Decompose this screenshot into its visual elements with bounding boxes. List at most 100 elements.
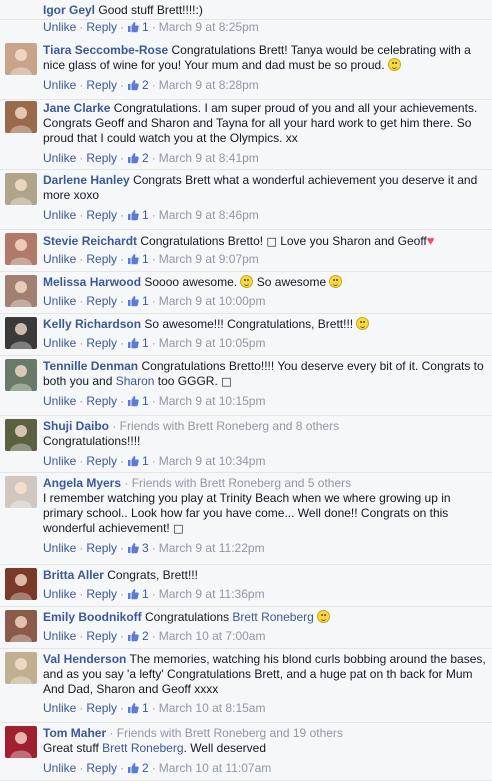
like-count[interactable]: 1 — [127, 454, 149, 468]
avatar[interactable] — [5, 726, 37, 758]
unlike-button[interactable]: Unlike — [43, 294, 76, 308]
separator-dot: · — [151, 294, 156, 308]
comment-author-link[interactable]: Igor Geyl — [43, 3, 95, 17]
avatar[interactable] — [5, 568, 37, 600]
comment-timestamp[interactable]: March 9 at 8:46pm — [159, 208, 259, 222]
avatar[interactable] — [5, 233, 37, 265]
unlike-button[interactable]: Unlike — [43, 587, 76, 601]
reply-button[interactable]: Reply — [86, 541, 117, 555]
comment-text: Congrats, Brett!!! — [107, 568, 198, 582]
comment-author-link[interactable]: Tom Maher — [43, 726, 106, 740]
comment-author-link[interactable]: Shuji Daibo — [43, 419, 109, 433]
like-count[interactable]: 1 — [127, 394, 149, 408]
unlike-button[interactable]: Unlike — [43, 541, 76, 555]
comment-timestamp[interactable]: March 9 at 10:15pm — [159, 394, 266, 408]
comment-author-link[interactable]: Melissa Harwood — [43, 275, 141, 289]
reply-button[interactable]: Reply — [86, 78, 117, 92]
comment-timestamp[interactable]: March 9 at 8:41pm — [159, 151, 259, 165]
like-count[interactable]: 2 — [127, 78, 149, 92]
avatar[interactable] — [5, 652, 37, 684]
reply-button[interactable]: Reply — [86, 587, 117, 601]
unlike-button[interactable]: Unlike — [43, 454, 76, 468]
comment-timestamp[interactable]: March 9 at 10:05pm — [159, 336, 266, 350]
comment-actions: Unlike · Reply · 1 · March 9 at 8:46pm — [43, 208, 259, 223]
thumbs-up-icon — [127, 295, 139, 307]
reply-button[interactable]: Reply — [86, 394, 117, 408]
reply-button[interactable]: Reply — [86, 20, 117, 34]
avatar[interactable] — [5, 173, 37, 205]
unlike-button[interactable]: Unlike — [43, 761, 76, 775]
separator-dot: · — [79, 208, 84, 222]
comment-author-link[interactable]: Val Henderson — [43, 652, 126, 666]
like-count[interactable]: 1 — [127, 336, 149, 350]
like-count[interactable]: 3 — [127, 541, 149, 555]
comment-timestamp[interactable]: March 9 at 9:07pm — [159, 252, 259, 266]
mention-link[interactable]: Brett Roneberg — [232, 610, 313, 624]
reply-button[interactable]: Reply — [86, 252, 117, 266]
comment-author-link[interactable]: Kelly Richardson — [43, 317, 141, 331]
like-count-number: 1 — [142, 208, 149, 222]
avatar[interactable] — [5, 101, 37, 133]
comment-author-link[interactable]: Tennille Denman — [43, 359, 138, 373]
like-count-number: 1 — [142, 20, 149, 34]
avatar[interactable] — [5, 317, 37, 349]
comment-text: too GGGR. — [154, 374, 222, 388]
comment-author-link[interactable]: Jane Clarke — [43, 101, 110, 115]
comment-author-link[interactable]: Emily Boodnikoff — [43, 610, 142, 624]
reply-button[interactable]: Reply — [86, 454, 117, 468]
unlike-button[interactable]: Unlike — [43, 336, 76, 350]
comment-timestamp[interactable]: March 9 at 10:34pm — [159, 454, 266, 468]
comment-timestamp[interactable]: March 9 at 8:28pm — [159, 78, 259, 92]
unlike-button[interactable]: Unlike — [43, 78, 76, 92]
comment-timestamp[interactable]: March 10 at 11:07am — [159, 761, 272, 775]
comment-actions: Unlike · Reply · 1 · March 10 at 8:15am — [43, 701, 265, 716]
avatar[interactable] — [5, 43, 37, 75]
unlike-button[interactable]: Unlike — [43, 701, 76, 715]
comment-author-link[interactable]: Stevie Reichardt — [43, 234, 137, 248]
comment-timestamp[interactable]: March 9 at 10:00pm — [159, 294, 266, 308]
reply-button[interactable]: Reply — [86, 629, 117, 643]
like-count[interactable]: 1 — [127, 587, 149, 601]
unlike-button[interactable]: Unlike — [43, 208, 76, 222]
like-count[interactable]: 1 — [127, 208, 149, 222]
like-count[interactable]: 2 — [127, 151, 149, 165]
like-count[interactable]: 1 — [127, 252, 149, 266]
unlike-button[interactable]: Unlike — [43, 151, 76, 165]
comment-timestamp[interactable]: March 9 at 8:25pm — [159, 20, 259, 34]
reply-button[interactable]: Reply — [86, 294, 117, 308]
comment-timestamp[interactable]: March 9 at 11:36pm — [159, 587, 265, 601]
avatar[interactable] — [5, 419, 37, 451]
unlike-button[interactable]: Unlike — [43, 629, 76, 643]
avatar[interactable] — [5, 275, 37, 307]
friends-with-note: · Friends with Brett Roneberg and 8 othe… — [109, 419, 340, 433]
reply-button[interactable]: Reply — [86, 761, 117, 775]
unlike-button[interactable]: Unlike — [43, 394, 76, 408]
reply-button[interactable]: Reply — [86, 336, 117, 350]
avatar[interactable] — [5, 610, 37, 642]
reply-button[interactable]: Reply — [86, 701, 117, 715]
like-count-number: 1 — [142, 294, 149, 308]
comment-author-link[interactable]: Angela Myers — [43, 476, 121, 490]
like-count[interactable]: 2 — [127, 761, 149, 775]
like-count[interactable]: 1 — [127, 294, 149, 308]
comment-timestamp[interactable]: March 10 at 7:00am — [159, 629, 266, 643]
comment-body: Angela Myers · Friends with Brett Ronebe… — [43, 476, 486, 536]
comment-timestamp[interactable]: March 9 at 11:22pm — [159, 541, 265, 555]
reply-button[interactable]: Reply — [86, 151, 117, 165]
comment-author-link[interactable]: Darlene Hanley — [43, 173, 130, 187]
avatar[interactable] — [5, 359, 37, 391]
like-count[interactable]: 2 — [127, 629, 149, 643]
unlike-button[interactable]: Unlike — [43, 252, 76, 266]
comment-author-link[interactable]: Britta Aller — [43, 568, 104, 582]
comment-timestamp[interactable]: March 10 at 8:15am — [159, 701, 266, 715]
avatar[interactable] — [5, 476, 37, 508]
comment-author-link[interactable]: Tiara Seccombe-Rose — [43, 43, 168, 57]
unlike-button[interactable]: Unlike — [43, 20, 76, 34]
comment-item: Tennille Denman Congratulations Bretto!!… — [0, 356, 492, 416]
reply-button[interactable]: Reply — [86, 208, 117, 222]
mention-link[interactable]: Brett Roneberg — [102, 741, 183, 755]
like-count[interactable]: 1 — [127, 701, 149, 715]
like-count[interactable]: 1 — [127, 20, 149, 34]
separator-dot: · — [151, 454, 156, 468]
mention-link[interactable]: Sharon — [116, 374, 155, 388]
